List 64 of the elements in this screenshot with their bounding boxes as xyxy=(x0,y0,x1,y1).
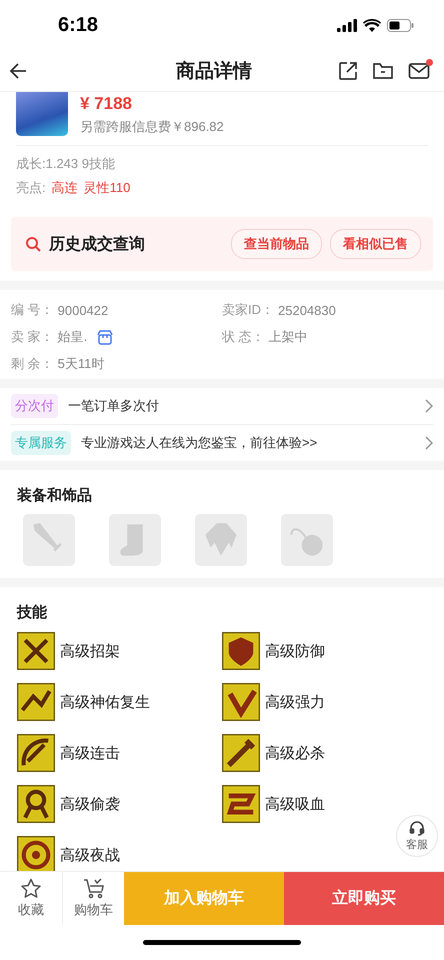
info-value: 5天11时 xyxy=(58,355,104,373)
info-label: 卖家ID： xyxy=(222,301,274,319)
skill-name: 高级夜战 xyxy=(60,846,120,864)
growth-text: 成长:1.243 9技能 xyxy=(16,155,116,173)
section-title: 技能 xyxy=(16,603,48,622)
search-icon xyxy=(25,236,41,252)
cart-icon xyxy=(82,878,104,899)
skill-icon[interactable] xyxy=(17,785,55,823)
mail-icon[interactable] xyxy=(408,62,430,80)
status-time: 6:18 xyxy=(58,14,98,36)
skill-name: 高级偷袭 xyxy=(60,794,120,814)
share-icon[interactable] xyxy=(338,60,358,80)
history-title: 历史成交查询 xyxy=(49,234,146,254)
chevron-right-icon[interactable] xyxy=(425,399,433,413)
skill-icon[interactable] xyxy=(222,632,260,670)
history-button[interactable]: 查当前物品 xyxy=(231,229,322,259)
history-button[interactable]: 看相似已售 xyxy=(330,229,421,259)
info-label: 编 号： xyxy=(11,301,54,319)
service-tag: 专属服务 xyxy=(11,431,71,455)
headset-icon xyxy=(409,820,425,836)
skill-icon[interactable] xyxy=(222,734,260,772)
skill-name: 高级防御 xyxy=(265,642,325,660)
battery-icon xyxy=(387,18,414,32)
skill-name: 高级必杀 xyxy=(265,744,325,762)
star-icon xyxy=(20,878,42,899)
skill-name: 高级吸血 xyxy=(265,794,325,814)
customer-service-button[interactable]: 客服 xyxy=(396,815,438,857)
info-label: 剩 余： xyxy=(11,355,54,373)
skill-name: 高级连击 xyxy=(60,744,120,762)
skill-icon[interactable] xyxy=(17,632,55,670)
price: ¥ 7188 xyxy=(80,94,133,114)
skill-icon[interactable] xyxy=(17,734,55,772)
info-label: 状 态： xyxy=(222,328,265,346)
signal-icon xyxy=(337,18,357,32)
highlights-label: 亮点: xyxy=(16,179,46,197)
service-text[interactable]: 专业游戏达人在线为您鉴宝，前往体验>> xyxy=(81,434,415,452)
buy-now-button[interactable]: 立即购买 xyxy=(284,872,444,925)
server-fee: 另需跨服信息费￥896.82 xyxy=(80,118,224,136)
folder-icon[interactable] xyxy=(372,60,394,80)
info-value: 上架中 xyxy=(268,328,308,346)
page-title: 商品详情 xyxy=(175,60,253,84)
favorite-button[interactable]: 收藏 xyxy=(0,872,62,925)
skill-icon[interactable] xyxy=(222,683,260,721)
character-avatar xyxy=(16,92,68,136)
skill-icon[interactable] xyxy=(222,785,260,823)
info-value: 25204830 xyxy=(278,302,336,318)
service-tag: 分次付 xyxy=(11,394,58,418)
service-text[interactable]: 一笔订单多次付 xyxy=(68,397,415,415)
info-value: 9000422 xyxy=(58,302,108,318)
shop-icon[interactable] xyxy=(97,330,114,344)
skill-icon[interactable] xyxy=(17,683,55,721)
section-title: 装备和饰品 xyxy=(16,486,93,505)
notification-dot xyxy=(426,58,433,66)
wifi-icon xyxy=(363,18,381,32)
skill-name: 高级神佑复生 xyxy=(60,692,150,712)
info-label: 卖 家： xyxy=(11,328,54,346)
highlight-text: 高连 xyxy=(52,179,78,197)
skill-name: 高级强力 xyxy=(265,692,325,712)
chevron-right-icon[interactable] xyxy=(425,436,433,450)
info-value: 始皇. xyxy=(58,328,88,346)
highlight-text: 灵性110 xyxy=(84,179,130,197)
skill-name: 高级招架 xyxy=(60,642,120,660)
back-icon[interactable] xyxy=(8,60,28,80)
skill-icon[interactable] xyxy=(17,836,55,871)
